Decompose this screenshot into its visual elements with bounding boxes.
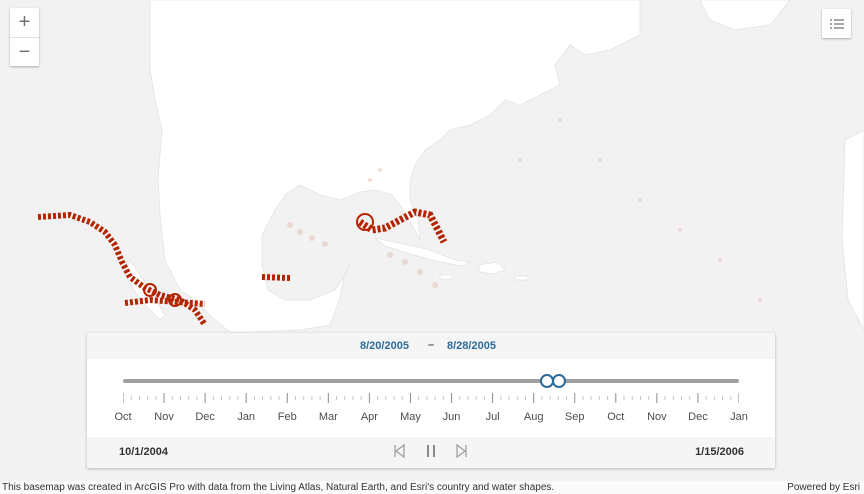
slider-track[interactable] (123, 379, 739, 383)
puerto-rico (514, 275, 529, 281)
month-label: Nov (647, 411, 667, 423)
current-time-range: 8/20/2005 – 8/28/2005 (87, 333, 775, 359)
faint-track-point (718, 258, 722, 262)
month-label: Feb (277, 411, 297, 423)
pause-icon (427, 445, 435, 457)
month-label: Apr (360, 411, 378, 423)
minus-icon: − (18, 41, 31, 63)
step-back-icon (394, 443, 405, 459)
faint-track-point (402, 259, 408, 265)
play-pause-button[interactable] (424, 443, 438, 464)
faint-track-point (378, 168, 382, 172)
zoom-out-button[interactable]: − (10, 37, 39, 67)
faint-track-point (758, 298, 762, 302)
storm-track-gulf-short (261, 274, 291, 281)
month-label: May (400, 411, 421, 423)
greenland-edge (699, 0, 791, 31)
faint-track-point (387, 252, 393, 258)
current-start-date: 8/20/2005 (360, 340, 409, 352)
time-slider: 8/20/2005 – 8/28/2005 Oct Nov Dec Jan Feb Mar… (87, 333, 775, 468)
month-label: Sep (564, 411, 585, 423)
month-label: Jun (442, 411, 461, 423)
previous-button[interactable] (392, 443, 406, 464)
cuba (374, 237, 472, 267)
month-label: Aug (523, 411, 544, 423)
layer-list-button[interactable] (822, 9, 851, 38)
end-thumb[interactable] (551, 374, 566, 388)
month-label: Dec (195, 411, 215, 423)
faint-track-point (518, 158, 522, 162)
month-label: Oct (114, 411, 132, 423)
slider-footer: 10/1/2004 1/15/2006 (87, 437, 775, 468)
north-america-land (149, 0, 641, 333)
next-button[interactable] (455, 443, 469, 464)
faint-track-point (417, 269, 423, 275)
full-end-date: 1/15/2006 (695, 446, 744, 458)
africa-edge (841, 129, 864, 331)
faint-track-point (287, 222, 293, 228)
step-forward-icon (456, 443, 467, 459)
hispaniola (477, 261, 506, 275)
faint-track-point (322, 241, 328, 247)
plus-icon: + (18, 11, 31, 33)
month-label: Jul (485, 411, 500, 423)
current-end-date: 8/28/2005 (447, 340, 496, 352)
month-label: Jan (730, 411, 748, 423)
faint-track-point (678, 228, 682, 232)
faint-track-point (558, 118, 562, 122)
attribution-text[interactable]: This basemap was created in ArcGIS Pro w… (2, 482, 554, 493)
month-label: Oct (607, 411, 625, 423)
faint-track-point (297, 229, 303, 235)
month-label: Dec (688, 411, 708, 423)
storm-track-pacific-branch (124, 296, 206, 307)
range-separator: – (428, 339, 435, 351)
full-start-date: 10/1/2004 (119, 446, 168, 458)
zoom-control: + − (10, 8, 39, 66)
faint-track-point (598, 158, 602, 162)
faint-track-point (432, 282, 438, 288)
tick-marks (123, 393, 739, 403)
faint-track-point (638, 198, 642, 202)
list-icon (829, 18, 844, 29)
faint-track-point (309, 235, 315, 241)
jamaica (439, 274, 453, 280)
powered-by-esri[interactable]: Powered by Esri (787, 482, 860, 493)
faint-track-point (368, 178, 372, 182)
month-label: Nov (154, 411, 174, 423)
zoom-in-button[interactable]: + (10, 8, 39, 37)
month-label: Mar (318, 411, 338, 423)
attribution-bar: This basemap was created in ArcGIS Pro w… (0, 481, 864, 494)
storm-track-katrina (358, 208, 448, 244)
month-label: Jan (237, 411, 256, 423)
land-masses (124, 0, 864, 333)
